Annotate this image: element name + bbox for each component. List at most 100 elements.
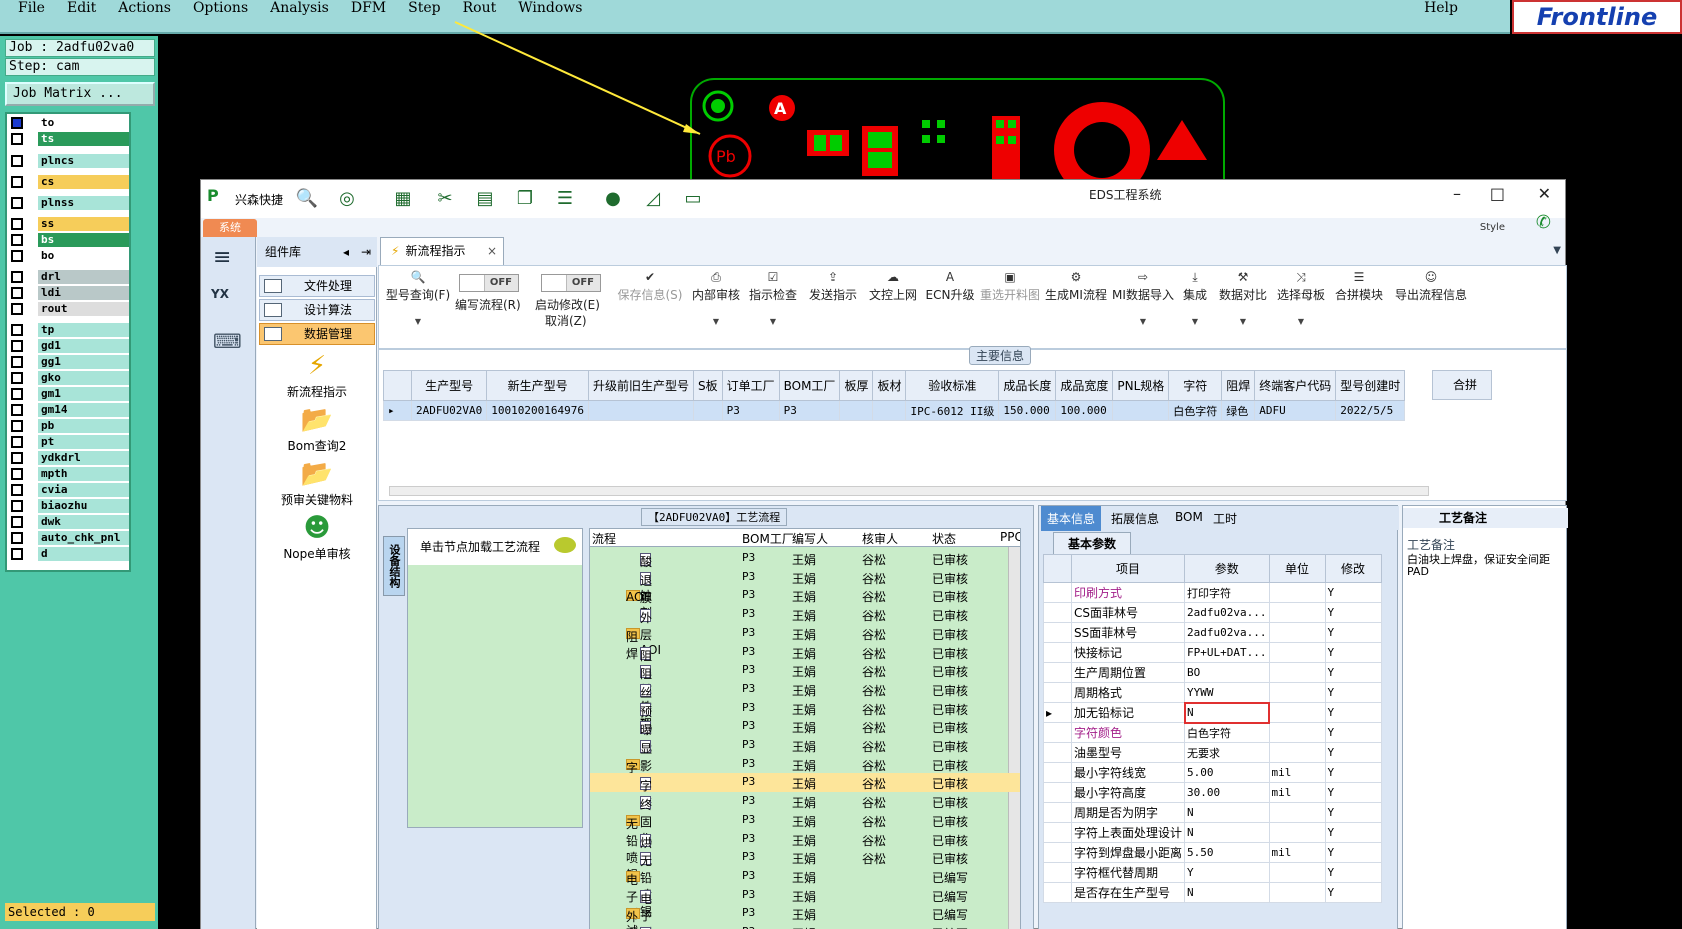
- search-icon[interactable]: 🔍: [295, 188, 319, 210]
- generate-mi-button[interactable]: ⚙ 生成MI流程: [1045, 270, 1107, 303]
- param-modify[interactable]: Y: [1324, 642, 1382, 663]
- list-item[interactable]: 阻焊 P3 王娟 谷松 已审核: [590, 624, 1020, 661]
- param-value[interactable]: FP+UL+DAT...: [1184, 642, 1270, 663]
- table-row[interactable]: CS面菲林号 2adfu02va... Y: [1043, 602, 1382, 623]
- param-modify[interactable]: Y: [1324, 862, 1382, 883]
- list-item[interactable]: 预烘P3王娟谷松已审核: [590, 699, 1020, 736]
- list-item[interactable]: 丝印P3王娟谷松已审核: [590, 680, 1020, 717]
- close-icon[interactable]: ✕: [1538, 184, 1551, 203]
- list-item[interactable]: 字符P3王娟谷松已审核: [590, 755, 1020, 792]
- table-row[interactable]: 最小字符线宽 5.00 mil Y: [1043, 762, 1382, 783]
- table-row[interactable]: 油墨型号 无要求 Y: [1043, 742, 1382, 763]
- pin-icon[interactable]: ⇥: [361, 237, 371, 267]
- table-row[interactable]: 最小字符高度 30.00 mil Y: [1043, 782, 1382, 803]
- maximize-icon[interactable]: □: [1490, 184, 1505, 203]
- integrate-button[interactable]: ⤓ 集成 ▼: [1179, 270, 1211, 326]
- param-value[interactable]: 白色字符: [1184, 722, 1270, 743]
- chevron-down-icon[interactable]: ▼: [1553, 245, 1561, 256]
- mi-import-button[interactable]: ⇨ MI数据导入 ▼: [1111, 270, 1175, 326]
- monitor-icon[interactable]: ▭: [681, 188, 705, 210]
- table-row[interactable]: ▸ 2ADFU02VA0 10010200164976 P3 P3 IPC-60…: [383, 400, 1406, 421]
- col-header[interactable]: 状态: [932, 530, 956, 547]
- param-modify[interactable]: Y: [1324, 622, 1382, 643]
- col-header[interactable]: 项目: [1070, 554, 1186, 583]
- list-item[interactable]: 退膜 P3 王娟 谷松 已审核: [590, 568, 1020, 605]
- list-item[interactable]: 电子测试P3王娟已编写: [590, 886, 1020, 929]
- tab-bom[interactable]: BOM: [1175, 510, 1203, 524]
- complib-design-algorithm[interactable]: 设计算法: [259, 299, 375, 321]
- param-modify[interactable]: Y: [1324, 842, 1382, 863]
- collapse-left-icon[interactable]: ◂: [343, 237, 349, 267]
- param-modify[interactable]: Y: [1324, 802, 1382, 823]
- param-value[interactable]: N: [1183, 701, 1271, 724]
- col-header[interactable]: 成品宽度: [1055, 370, 1114, 401]
- internal-review-button[interactable]: ⎙ 内部审核 ▼: [691, 270, 741, 326]
- col-header[interactable]: 板厚: [839, 370, 874, 401]
- horizontal-scrollbar[interactable]: [389, 486, 1429, 496]
- list-item[interactable]: 电子测试P3王娟已编写: [590, 867, 1020, 929]
- yx-factory-icon[interactable]: YX: [211, 287, 247, 321]
- ecn-upgrade-button[interactable]: A ECN升级: [925, 270, 975, 303]
- select-mother-board-button[interactable]: ⤨ 选择母板 ▼: [1275, 270, 1327, 326]
- col-header[interactable]: 参数: [1184, 554, 1270, 583]
- table-row[interactable]: SS面菲林号 2adfu02va... Y: [1043, 622, 1382, 643]
- col-header[interactable]: 核审人: [862, 530, 898, 547]
- tab-basic-info[interactable]: 基本信息: [1041, 506, 1102, 531]
- style-dropdown[interactable]: Style: [1480, 222, 1505, 233]
- col-header[interactable]: 终端客户代码: [1254, 370, 1337, 401]
- col-header[interactable]: 验收标准: [905, 370, 1000, 401]
- cancel-button[interactable]: 取消(Z): [545, 312, 587, 329]
- col-header[interactable]: 成品长度: [998, 370, 1057, 401]
- param-modify[interactable]: Y: [1324, 682, 1382, 703]
- list-item[interactable]: 显影 P3 王娟 谷松 已审核: [590, 736, 1020, 773]
- col-header[interactable]: 生产型号: [410, 370, 488, 401]
- param-modify[interactable]: Y: [1324, 822, 1382, 843]
- list-item[interactable]: 无铅喷锡P3王娟谷松已审核: [590, 848, 1020, 919]
- close-tab-icon[interactable]: ×: [487, 238, 497, 264]
- instruction-check-button[interactable]: ☑ 指示检查 ▼: [745, 270, 801, 326]
- param-modify[interactable]: Y: [1324, 742, 1382, 763]
- col-header[interactable]: PPC: [1000, 530, 1020, 544]
- scissors-icon[interactable]: ✂: [433, 188, 457, 210]
- bom-query2[interactable]: 📂 Bom查询2: [257, 405, 377, 454]
- equipment-structure-tab[interactable]: 设备结构: [383, 536, 405, 596]
- nope-review[interactable]: ☻ Nope单审核: [257, 513, 377, 562]
- param-modify[interactable]: Y: [1324, 762, 1382, 783]
- col-header[interactable]: 流程: [592, 530, 616, 547]
- param-value[interactable]: 打印字符: [1184, 582, 1270, 603]
- phone-icon[interactable]: ✆: [1536, 212, 1551, 233]
- col-header[interactable]: 编写人: [792, 530, 828, 547]
- data-compare-button[interactable]: ⚒ 数据对比 ▼: [1217, 270, 1269, 326]
- complib-file-processing[interactable]: 文件处理: [259, 275, 375, 297]
- table-row[interactable]: 字符框代替周期 Y Y: [1043, 862, 1382, 883]
- table-row[interactable]: 是否存在生产型号 N Y: [1043, 882, 1382, 903]
- tab-extended-info[interactable]: 拓展信息: [1111, 510, 1159, 527]
- table-row[interactable]: 字符上表面处理设计 N Y: [1043, 822, 1382, 843]
- col-header[interactable]: 修改: [1324, 554, 1382, 583]
- param-modify[interactable]: Y: [1324, 882, 1382, 903]
- chart-icon[interactable]: ◿: [641, 188, 665, 210]
- reselect-cutting-button[interactable]: ▣ 重选开料图: [979, 270, 1041, 303]
- list-item[interactable]: 外形P3王娟已编写: [590, 904, 1020, 929]
- list-item[interactable]: 烘板P3王娟谷松已审核: [590, 830, 1020, 867]
- user-icon[interactable]: ●: [601, 188, 625, 210]
- param-value[interactable]: N: [1184, 822, 1270, 843]
- save-info-button[interactable]: ✔ 保存信息(S): [615, 270, 685, 303]
- list-item[interactable]: 曝光P3王娟谷松已审核: [590, 717, 1020, 754]
- col-header[interactable]: BOM工厂: [742, 530, 794, 547]
- export-flow-button[interactable]: ☺ 导出流程信息: [1391, 270, 1471, 303]
- param-value[interactable]: N: [1184, 802, 1270, 823]
- col-header[interactable]: 订单工厂: [721, 370, 780, 401]
- param-modify[interactable]: Y: [1324, 722, 1382, 743]
- col-header[interactable]: 单位: [1268, 554, 1326, 583]
- table-row[interactable]: 字符颜色 白色字符 Y: [1043, 722, 1382, 743]
- lifebuoy-icon[interactable]: ◎: [335, 188, 359, 210]
- col-header[interactable]: 新生产型号: [486, 370, 589, 401]
- param-value[interactable]: 2adfu02va...: [1184, 622, 1270, 643]
- model-query-button[interactable]: 🔍 型号查询(F) ▼: [383, 270, 453, 326]
- table-row[interactable]: 周期格式 YYWW Y: [1043, 682, 1382, 703]
- hamburger-icon[interactable]: ≡: [213, 245, 231, 270]
- list-item[interactable]: 阻焊塞孔P3王娟谷松已审核: [590, 661, 1020, 732]
- col-header[interactable]: 板材: [872, 370, 907, 401]
- list-item[interactable]: 酸性蚀刻P3王娟谷松已审核: [590, 549, 1020, 620]
